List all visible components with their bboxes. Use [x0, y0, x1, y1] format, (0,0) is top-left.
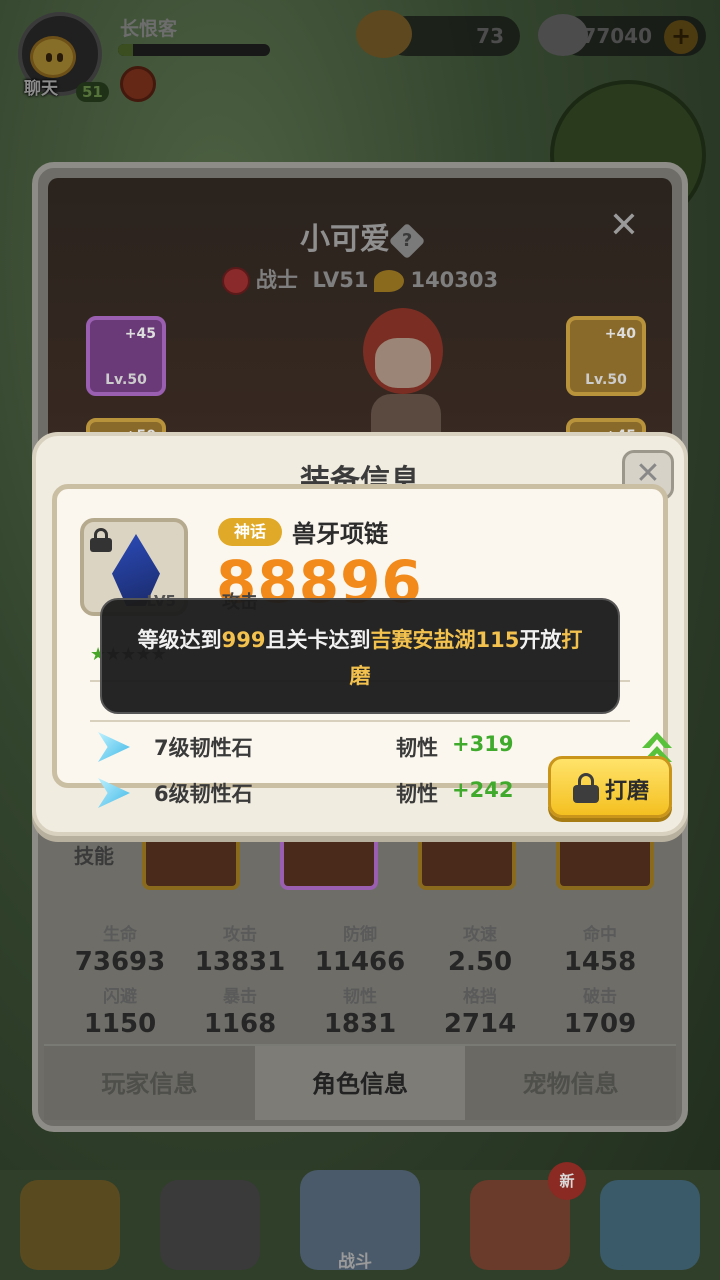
- grind-label: 打磨: [605, 779, 650, 804]
- nav-team[interactable]: [160, 1180, 260, 1270]
- stat-label: 防御: [343, 925, 377, 945]
- stat-item: 韧性 1831: [300, 982, 420, 1039]
- skill-icon-4[interactable]: [556, 828, 654, 890]
- toughness-gem-icon: [98, 732, 130, 762]
- stat-item: 破击 1709: [540, 982, 660, 1039]
- skill-icon-3[interactable]: [418, 828, 516, 890]
- stat-item: 防御 11466: [300, 920, 420, 977]
- class-name: 战士: [255, 268, 298, 292]
- gem-stat: 韧性: [396, 736, 438, 760]
- bottom-nav: 战斗 新: [0, 1162, 720, 1280]
- stat-value: 1150: [83, 1009, 157, 1039]
- tab-character-info[interactable]: 角色信息: [254, 1046, 466, 1120]
- gem-value: +319: [452, 732, 514, 756]
- toast-level: 999: [221, 628, 266, 652]
- stat-value: 1831: [323, 1009, 397, 1039]
- stat-label: 韧性: [343, 987, 377, 1007]
- gem-value: +242: [452, 778, 514, 802]
- stat-label: 破击: [583, 987, 617, 1007]
- toast-text: 且关卡达到: [265, 628, 371, 652]
- skill-label: 技能: [74, 844, 114, 868]
- toughness-gem-icon: [98, 778, 130, 808]
- new-badge: 新: [548, 1162, 586, 1200]
- nav-shop[interactable]: [600, 1180, 700, 1270]
- character-meta: 战士 LV51 140303: [48, 264, 672, 295]
- equip-slot-weapon[interactable]: +45 Lv.50: [86, 316, 166, 396]
- stat-label: 闪避: [103, 987, 137, 1007]
- gem-row: 6级韧性石 韧性 +242: [96, 774, 534, 814]
- stat-value: 11466: [314, 947, 406, 977]
- power-icon: [374, 270, 405, 292]
- warrior-class-icon: [221, 267, 250, 295]
- hero-face: [375, 338, 431, 388]
- stat-item: 生命 73693: [60, 920, 180, 977]
- gem-row: 7级韧性石 韧性 +319: [96, 728, 534, 768]
- lock-icon: [573, 773, 599, 803]
- stat-value: 1709: [563, 1009, 637, 1039]
- stat-label: 命中: [583, 925, 617, 945]
- divider: [90, 720, 630, 722]
- equip-bonus: +45: [124, 326, 156, 342]
- lock-icon: [90, 528, 112, 552]
- stat-label: 暴击: [223, 987, 257, 1007]
- equip-level: Lv.50: [105, 372, 147, 388]
- stat-value: 1458: [563, 947, 637, 977]
- tab-player-info[interactable]: 玩家信息: [44, 1046, 255, 1120]
- gem-name: 6级韧性石: [154, 782, 253, 806]
- tab-pet-info[interactable]: 宠物信息: [465, 1046, 677, 1120]
- stat-value: 1168: [203, 1009, 277, 1039]
- stat-label: 格挡: [463, 987, 497, 1007]
- close-panel-button[interactable]: ✕: [602, 204, 646, 248]
- equip-bonus: +40: [604, 326, 636, 342]
- help-icon[interactable]: ?: [388, 222, 426, 259]
- stat-item: 暴击 1168: [180, 982, 300, 1039]
- skill-icon-2[interactable]: [280, 828, 378, 890]
- stat-item: 攻击 13831: [180, 920, 300, 977]
- item-name: 兽牙项链: [292, 520, 388, 548]
- stat-label: 攻击: [223, 925, 257, 945]
- stat-value: 2714: [443, 1009, 517, 1039]
- character-name-text: 小可爱: [300, 222, 390, 257]
- toast-text: 开放: [519, 628, 562, 652]
- stat-value: 2.50: [447, 947, 513, 977]
- gem-name: 7级韧性石: [154, 736, 253, 760]
- stat-item: 闪避 1150: [60, 982, 180, 1039]
- toast-stage: 吉赛安盐湖115: [370, 628, 520, 652]
- stat-value: 13831: [194, 947, 286, 977]
- stat-value: 73693: [74, 947, 166, 977]
- toast-text: 等级达到: [137, 628, 222, 652]
- character-name: 小可爱?: [48, 214, 672, 259]
- skill-row: 技能: [52, 828, 668, 898]
- grind-button[interactable]: 打磨: [548, 756, 672, 818]
- character-level: LV51: [312, 268, 369, 292]
- equip-level: Lv.50: [585, 372, 627, 388]
- stat-item: 攻速 2.50: [420, 920, 540, 977]
- stat-label: 攻速: [463, 925, 497, 945]
- stat-label: 生命: [103, 925, 137, 945]
- nav-heroes[interactable]: [20, 1180, 120, 1270]
- equip-slot-armor[interactable]: +40 Lv.50: [566, 316, 646, 396]
- skill-icon-1[interactable]: [142, 828, 240, 890]
- character-power: 140303: [410, 268, 499, 292]
- nav-battle-label: 战斗: [338, 1252, 372, 1272]
- gem-stat: 韧性: [396, 782, 438, 806]
- panel-tabs: 玩家信息 角色信息 宠物信息: [44, 1044, 677, 1120]
- stat-item: 格挡 2714: [420, 982, 540, 1039]
- unlock-requirement-toast: 等级达到999且关卡达到吉赛安盐湖115开放打磨: [100, 598, 620, 714]
- rarity-badge: 神话: [218, 518, 282, 546]
- stat-item: 命中 1458: [540, 920, 660, 977]
